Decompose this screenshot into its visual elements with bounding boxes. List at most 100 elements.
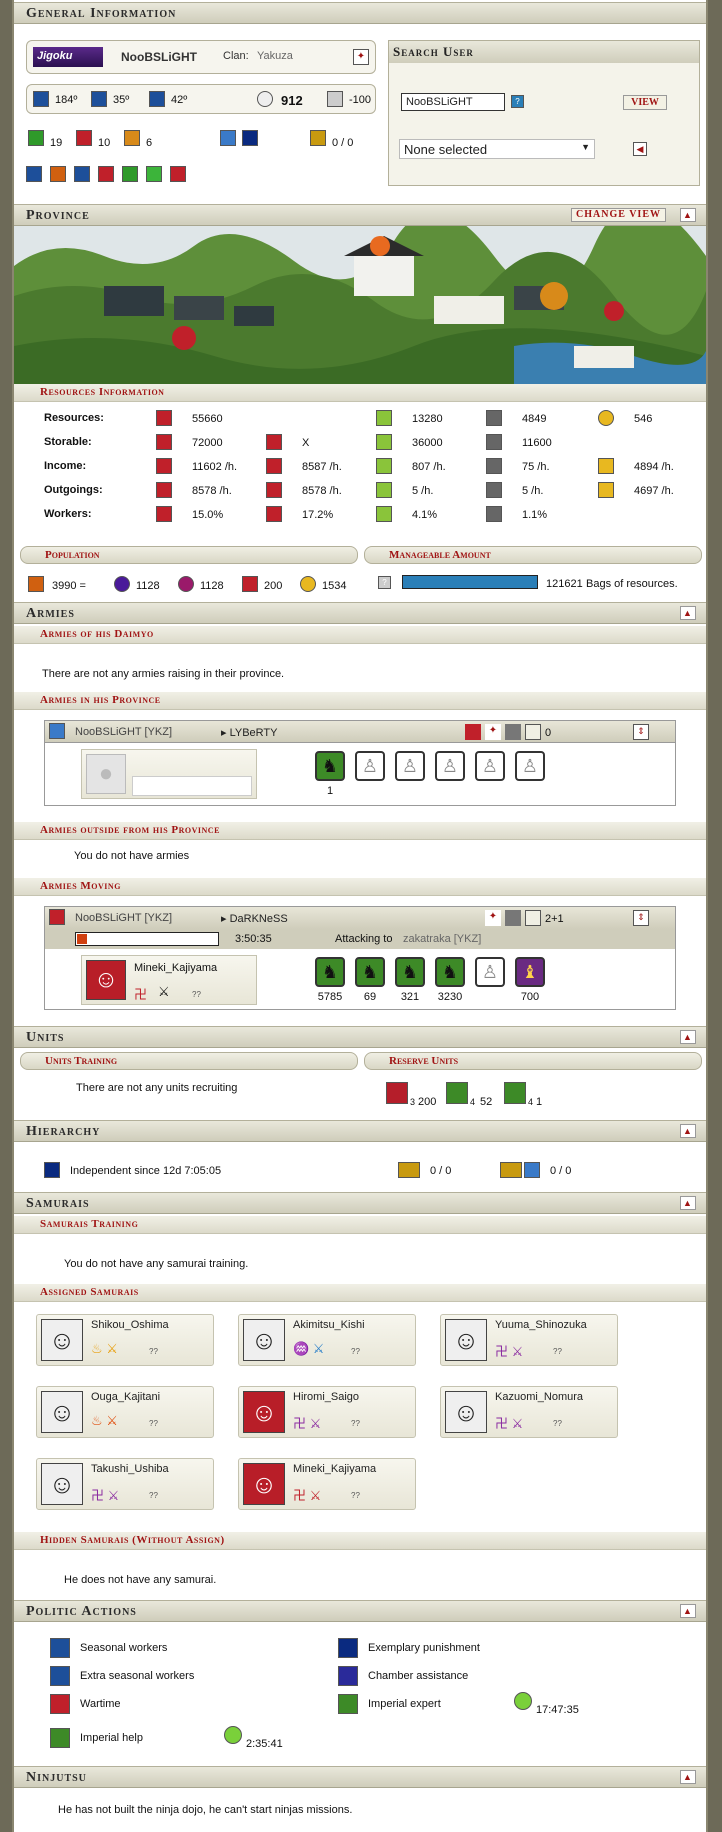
moving-unit-1[interactable]: ♞: [315, 957, 345, 987]
moving-unit-4[interactable]: ♞: [435, 957, 465, 987]
rice2-outgoings-icon: [266, 482, 282, 498]
wartime-action[interactable]: Wartime: [80, 1698, 121, 1710]
imperial-expert-icon[interactable]: [338, 1694, 358, 1714]
samurai-card[interactable]: ☺ Takushi_Ushiba 卍 ⚔??: [36, 1458, 214, 1510]
attack-icon: [91, 91, 107, 107]
runner-icon[interactable]: [505, 724, 521, 740]
chamber-assistance-action[interactable]: Chamber assistance: [368, 1670, 468, 1682]
map-icon[interactable]: [525, 910, 541, 926]
collapse-hierarchy-icon[interactable]: ▲: [680, 1124, 696, 1138]
samurai-card[interactable]: ☺ Kazuomi_Nomura 卍 ⚔??: [440, 1386, 618, 1438]
samurai-level: ??: [351, 1419, 360, 1428]
skill-1-icon[interactable]: [26, 166, 42, 182]
unit-slot-4[interactable]: ♙: [435, 751, 465, 781]
population-icon: [28, 576, 44, 592]
clan-name[interactable]: Yakuza: [257, 50, 293, 62]
general-info-header: General Information: [14, 2, 706, 24]
change-view-button[interactable]: CHANGE VIEW: [571, 208, 666, 222]
collapse-army-icon[interactable]: ⇕: [633, 724, 649, 740]
back-arrow-icon[interactable]: ◀: [633, 142, 647, 156]
collapse-army-icon[interactable]: ⇕: [633, 910, 649, 926]
search-input[interactable]: NooBSLiGHT: [401, 93, 505, 111]
samurai-portrait-icon: ☺: [243, 1391, 285, 1433]
count-red: 10: [98, 137, 111, 149]
reserve-unit-3-icon[interactable]: [504, 1082, 526, 1104]
collapse-samurais-icon[interactable]: ▲: [680, 1196, 696, 1210]
exemplary-punishment-action[interactable]: Exemplary punishment: [368, 1642, 480, 1654]
samurai-level: ??: [149, 1491, 158, 1500]
samurai-card[interactable]: ☺ Shikou_Oshima ♨ ⚔??: [36, 1314, 214, 1366]
skill-7-icon[interactable]: [170, 166, 186, 182]
unit-slot-2[interactable]: ♙: [355, 751, 385, 781]
unit-slot-3[interactable]: ♙: [395, 751, 425, 781]
province-army-name[interactable]: ▸ LYBeRTY: [221, 726, 277, 739]
samurai-card[interactable]: ☺ Hiromi_Saigo 卍 ⚔??: [238, 1386, 416, 1438]
iron-outgoings: 5 /h.: [522, 485, 544, 497]
help-icon[interactable]: ?: [511, 95, 524, 108]
army-samurai-slot[interactable]: ●: [81, 749, 257, 799]
red-tools-icon[interactable]: [465, 724, 481, 740]
population-merchants: 1534: [322, 580, 347, 592]
unit-slot-1[interactable]: ♞: [315, 751, 345, 781]
collapse-armies-icon[interactable]: ▲: [680, 606, 696, 620]
samurai-name: Mineki_Kajiyama: [293, 1463, 377, 1475]
speed-icon: [149, 91, 165, 107]
moving-samurai-card[interactable]: ☺ Mineki_Kajiyama 卍 ⚔ ??: [81, 955, 257, 1005]
gold-coin-icon: [598, 410, 614, 426]
moving-unit-6[interactable]: ♝: [515, 957, 545, 987]
samurai-portrait-icon: ☺: [41, 1319, 83, 1361]
extra-seasonal-workers-action[interactable]: Extra seasonal workers: [80, 1670, 194, 1682]
moving-unit-2-count: 69: [363, 991, 377, 1003]
collapse-province-icon[interactable]: ▲: [680, 208, 696, 222]
samurai-card[interactable]: ☺ Akimitsu_Kishi ♒ ⚔??: [238, 1314, 416, 1366]
clan-badge[interactable]: Jigoku: [33, 47, 103, 67]
shuriken-icon[interactable]: ✦: [485, 910, 501, 926]
imperial-expert-action[interactable]: Imperial expert: [368, 1698, 441, 1710]
skill-4-icon[interactable]: [98, 166, 114, 182]
seasonal-workers-icon[interactable]: [50, 1638, 70, 1658]
stat-defense: 184º: [55, 94, 78, 106]
imperial-help-icon[interactable]: [50, 1728, 70, 1748]
samurais-training-title: Samurais Training: [40, 1218, 139, 1230]
samurai-card[interactable]: ☺ Mineki_Kajiyama 卍 ⚔??: [238, 1458, 416, 1510]
extra-seasonal-workers-icon[interactable]: [50, 1666, 70, 1686]
chamber-assistance-icon[interactable]: [338, 1666, 358, 1686]
skill-6-icon[interactable]: [146, 166, 162, 182]
samurai-card[interactable]: ☺ Yuuma_Shinozuka 卍 ⚔??: [440, 1314, 618, 1366]
rice-workers-icon: [156, 506, 172, 522]
collapse-politic-icon[interactable]: ▲: [680, 1604, 696, 1618]
armies-province-title: Armies in his Province: [40, 694, 161, 706]
skill-2-icon[interactable]: [50, 166, 66, 182]
imperial-help-action[interactable]: Imperial help: [80, 1732, 143, 1744]
samurai-portrait-icon: ☺: [445, 1319, 487, 1361]
moving-unit-5[interactable]: ♙: [475, 957, 505, 987]
moving-army-name[interactable]: ▸ DaRKNeSS: [221, 912, 288, 925]
wood-workers-icon: [376, 506, 392, 522]
shuriken-icon[interactable]: ✦: [353, 49, 369, 65]
seasonal-workers-action[interactable]: Seasonal workers: [80, 1642, 167, 1654]
runner-icon[interactable]: [505, 910, 521, 926]
moving-unit-3[interactable]: ♞: [395, 957, 425, 987]
skill-3-icon[interactable]: [74, 166, 90, 182]
province-image[interactable]: [14, 226, 706, 386]
reserve-unit-1-icon[interactable]: [386, 1082, 408, 1104]
help-icon[interactable]: ?: [378, 576, 391, 589]
moving-unit-2[interactable]: ♞: [355, 957, 385, 987]
manageable-title: Manageable Amount: [389, 549, 491, 561]
unit-slot-6[interactable]: ♙: [515, 751, 545, 781]
reserve-unit-2-icon[interactable]: [446, 1082, 468, 1104]
army-emblem-icon: [49, 909, 65, 925]
collapse-units-icon[interactable]: ▲: [680, 1030, 696, 1044]
shuriken-icon[interactable]: ✦: [485, 724, 501, 740]
unit-slot-5[interactable]: ♙: [475, 751, 505, 781]
collapse-ninjutsu-icon[interactable]: ▲: [680, 1770, 696, 1784]
iron-income-icon: [486, 458, 502, 474]
attack-target[interactable]: zakatraka [YKZ]: [403, 933, 481, 945]
view-button[interactable]: VIEW: [623, 95, 667, 110]
skill-5-icon[interactable]: [122, 166, 138, 182]
user-select[interactable]: None selected ▼: [399, 139, 595, 159]
map-icon[interactable]: [525, 724, 541, 740]
samurai-card[interactable]: ☺ Ouga_Kajitani ♨ ⚔??: [36, 1386, 214, 1438]
wartime-icon[interactable]: [50, 1694, 70, 1714]
exemplary-punishment-icon[interactable]: [338, 1638, 358, 1658]
